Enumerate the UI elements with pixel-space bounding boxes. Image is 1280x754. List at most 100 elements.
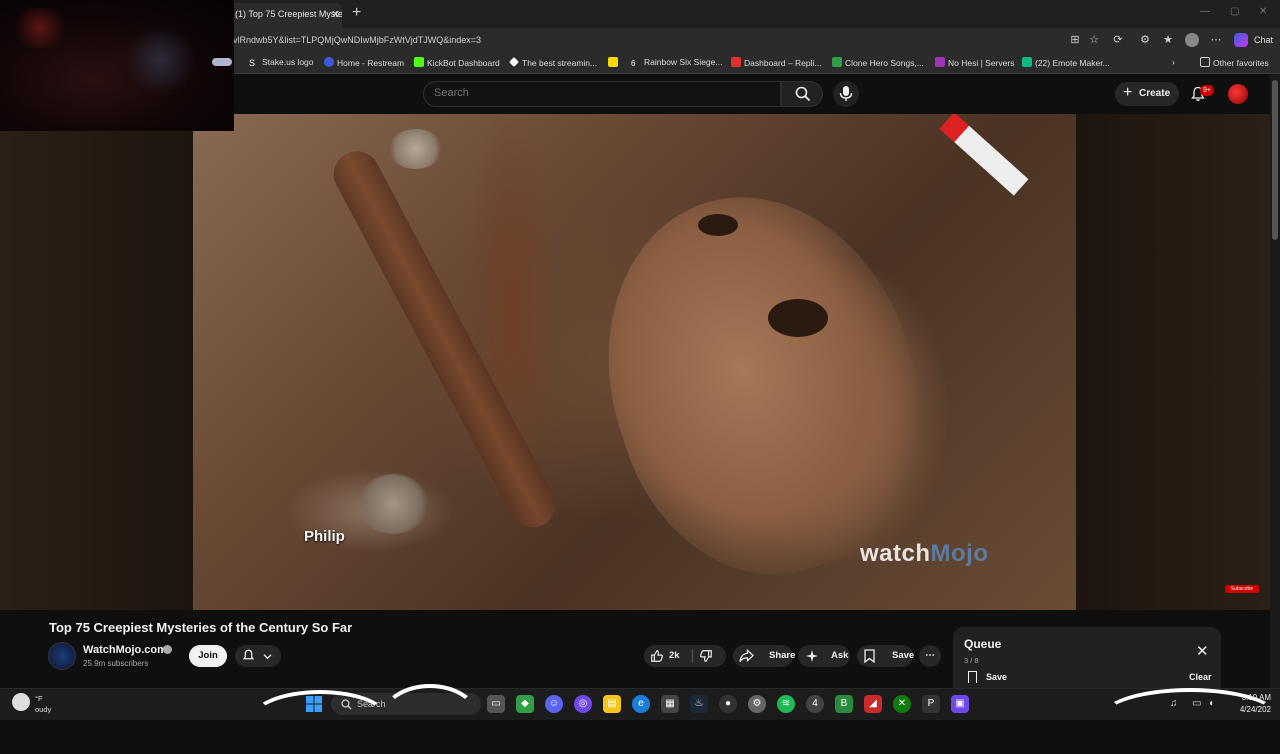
- app-icon[interactable]: ▣: [951, 695, 969, 713]
- bookmark-icon: [509, 57, 519, 67]
- overlay-swoosh: [380, 684, 480, 754]
- weather-temp: °F: [35, 694, 43, 703]
- minimize-icon[interactable]: —: [1200, 6, 1210, 17]
- weather-icon[interactable]: [12, 693, 30, 711]
- tab-close-icon[interactable]: ✕: [331, 8, 340, 21]
- steam-icon[interactable]: ♨: [690, 695, 708, 713]
- like-count[interactable]: 2k: [669, 645, 680, 667]
- window-close-icon[interactable]: ✕: [1259, 6, 1267, 17]
- queue-save-button[interactable]: Save: [986, 672, 1007, 682]
- eye-socket-shape: [698, 214, 738, 236]
- eye-socket-shape: [768, 299, 828, 337]
- bookmark-item[interactable]: Clone Hero Songs,...: [832, 57, 924, 68]
- measuring-stick-shape: [939, 114, 1029, 196]
- app-icon[interactable]: ●: [719, 695, 737, 713]
- subscribe-mini-button[interactable]: Subscribe: [1225, 585, 1259, 593]
- app-icon[interactable]: ◆: [516, 695, 534, 713]
- user-avatar[interactable]: [1228, 84, 1248, 104]
- bookmark-icon: [864, 649, 875, 663]
- copilot-icon[interactable]: [1234, 33, 1248, 47]
- share-icon: [739, 649, 754, 663]
- refresh-icon[interactable]: ⟳: [1111, 33, 1125, 47]
- bookmark-item[interactable]: 6 Rainbow Six Siege...: [631, 57, 722, 69]
- bookmark-item[interactable]: Dashboard – Repli...: [731, 57, 822, 68]
- webcam-overlay: [0, 0, 234, 131]
- queue-clear-button[interactable]: Clear: [1189, 672, 1212, 682]
- queue-close-icon[interactable]: ✕: [1196, 642, 1209, 660]
- bookmark-icon: [1022, 57, 1032, 67]
- weather-desc: oudy: [35, 705, 52, 714]
- bookmark-icon: 6: [631, 59, 641, 69]
- search-button[interactable]: [781, 81, 823, 107]
- queue-title: Queue: [964, 637, 1002, 651]
- bookmark-item[interactable]: S Stake.us logo: [249, 57, 314, 68]
- plus-icon: +: [1123, 84, 1133, 101]
- bookmark-icon: [832, 57, 842, 67]
- join-button[interactable]: Join: [189, 645, 227, 667]
- favorites-icon[interactable]: ★: [1161, 33, 1175, 47]
- channel-name[interactable]: WatchMojo.com: [83, 644, 167, 656]
- mic-icon: [839, 86, 853, 101]
- notification-badge: 9+: [1200, 85, 1214, 96]
- more-menu-icon[interactable]: ⋯: [1209, 33, 1223, 47]
- video-title: Top 75 Creepiest Mysteries of the Centur…: [49, 620, 353, 635]
- search-icon: [795, 86, 811, 102]
- app-icon[interactable]: B: [835, 695, 853, 713]
- subscriber-count: 25.9m subscribers: [83, 659, 149, 668]
- bookmark-icon: [608, 57, 618, 67]
- channel-avatar[interactable]: [48, 642, 76, 670]
- like-icon[interactable]: [650, 649, 664, 663]
- app-available-icon[interactable]: ⊞: [1068, 33, 1082, 47]
- more-actions-button[interactable]: ⋯: [919, 645, 941, 667]
- rock-shape: [358, 474, 428, 534]
- channel-watermark: watchMojo: [860, 540, 989, 567]
- sparkle-icon: [806, 650, 818, 662]
- dislike-icon[interactable]: [699, 649, 713, 663]
- discord-icon[interactable]: ☺: [545, 695, 563, 713]
- spotify-icon[interactable]: ≋: [777, 695, 795, 713]
- bookmark-icon: [324, 57, 334, 67]
- bookmark-item[interactable]: (22) Emote Maker...: [1022, 57, 1110, 68]
- chat-label[interactable]: Chat: [1254, 35, 1273, 45]
- bookmark-item[interactable]: The best streamin...: [509, 57, 597, 68]
- voice-search-button[interactable]: [833, 81, 859, 107]
- video-caption: Philip: [304, 528, 345, 545]
- app-icon[interactable]: ◢: [864, 695, 882, 713]
- chevron-right-icon[interactable]: ›: [1172, 57, 1175, 67]
- chevron-down-icon: [263, 654, 272, 660]
- file-explorer-icon[interactable]: ▤: [603, 695, 621, 713]
- new-tab-icon[interactable]: +: [352, 4, 361, 22]
- extensions-icon[interactable]: ⚙: [1138, 33, 1152, 47]
- bookmark-item[interactable]: KickBot Dashboard: [414, 57, 500, 68]
- bookmark-icon: S: [249, 58, 259, 68]
- verified-icon: [163, 645, 172, 654]
- bookmark-icon: [731, 57, 741, 67]
- maximize-icon[interactable]: ▢: [1230, 6, 1239, 17]
- bookmark-item[interactable]: [608, 57, 621, 68]
- bookmark-icon: [414, 57, 424, 67]
- favorite-star-icon[interactable]: ☆: [1087, 33, 1101, 47]
- bone-shape: [325, 143, 564, 536]
- overlay-swoosh: [250, 690, 390, 750]
- task-view-icon[interactable]: ▭: [487, 695, 505, 713]
- store-icon[interactable]: ▦: [661, 695, 679, 713]
- bookmark-icon: [935, 57, 945, 67]
- xbox-icon[interactable]: ✕: [893, 695, 911, 713]
- folder-icon: [1200, 57, 1210, 67]
- settings-icon[interactable]: ⚙: [748, 695, 766, 713]
- other-favorites[interactable]: Other favorites: [1200, 57, 1269, 68]
- app-icon[interactable]: ◎: [574, 695, 592, 713]
- edge-icon[interactable]: e: [632, 695, 650, 713]
- app-icon[interactable]: P: [922, 695, 940, 713]
- bookmark-item[interactable]: Home - Restream: [324, 57, 404, 68]
- queue-count: 3 / 8: [964, 656, 979, 665]
- url-text[interactable]: vlRndwb5Y&list=TLPQMjQwNDIwMjbFzWtVjdTJW…: [233, 35, 481, 45]
- subscribe-notifications-button[interactable]: [235, 645, 281, 667]
- search-input[interactable]: [434, 87, 764, 99]
- profile-icon[interactable]: [1185, 33, 1199, 47]
- app-icon[interactable]: 4: [806, 695, 824, 713]
- scrollbar-thumb[interactable]: [1272, 80, 1278, 240]
- browser-tab[interactable]: (1) Top 75 Creepiest Myste: [230, 3, 342, 28]
- bell-icon: [242, 649, 255, 660]
- bookmark-item[interactable]: No Hesi | Servers: [935, 57, 1014, 68]
